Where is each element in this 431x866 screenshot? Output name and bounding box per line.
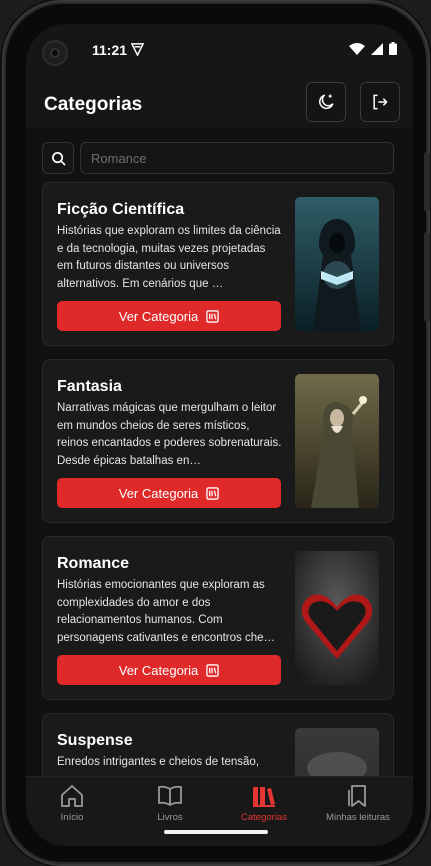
nav-label: Início [60,812,84,823]
nav-item-livros[interactable]: Livros [122,783,218,823]
home-indicator[interactable] [164,830,268,834]
category-description: Histórias emocionantes que exploram as c… [57,579,275,644]
category-title: Fantasia [57,378,122,395]
library-icon [206,486,219,500]
view-category-button[interactable]: Ver Categoria [57,655,281,685]
category-card: Romance Histórias emocionantes que explo… [42,536,394,700]
view-category-button[interactable]: Ver Categoria [57,478,281,508]
nav-item-categorias[interactable]: Categorias [216,783,312,823]
library-icon [253,787,275,807]
status-time: 11:21 [92,42,128,58]
search-button[interactable] [42,142,74,174]
app-header: Categorias [26,80,413,132]
front-camera [42,40,68,66]
view-category-label: Ver Categoria [118,308,199,324]
category-cover-image [295,197,379,331]
nav-label: Minhas leituras [326,812,390,823]
category-title: Romance [57,555,130,572]
vpn-shield-icon [131,43,144,56]
power-button [424,232,430,322]
screen: 11:21 Categorias Romance Ficção Científi… [26,24,413,846]
logout-icon [373,94,388,110]
nav-item-inicio[interactable]: Início [26,783,120,823]
category-description: Enredos intrigantes e cheios de tensão, [57,756,260,768]
category-title: Ficção Científica [57,201,185,218]
category-description: Histórias que exploram os limites da ciê… [57,225,281,290]
library-icon [206,309,219,323]
battery-icon [389,42,397,55]
library-icon [206,663,219,677]
system-icons [349,42,397,55]
category-cover-image [295,551,379,685]
page-title: Categorias [44,94,143,115]
category-description: Narrativas mágicas que mergulham o leito… [57,402,282,467]
logout-button[interactable] [360,82,400,122]
nav-label: Categorias [241,812,287,823]
book-open-icon [158,785,182,806]
category-card: Suspense Enredos intrigantes e cheios de… [42,713,394,776]
theme-toggle-button[interactable] [306,82,346,122]
moon-icon [319,94,334,110]
category-cover-image [295,374,379,508]
view-category-label: Ver Categoria [118,662,199,678]
category-title: Suspense [57,732,133,749]
home-icon [61,785,83,807]
search-icon [51,151,66,166]
bookmarks-icon [348,785,366,807]
category-list-area[interactable]: Ficção Científica Histórias que exploram… [26,128,413,776]
bottom-navigation: Início Livros Categorias Minhas leituras [26,776,413,846]
wifi-icon [349,42,365,55]
volume-button [424,152,430,212]
view-category-label: Ver Categoria [118,485,199,501]
category-card: Fantasia Narrativas mágicas que mergulha… [42,359,394,523]
nav-label: Livros [157,812,183,823]
view-category-button[interactable]: Ver Categoria [57,301,281,331]
signal-icon [371,42,383,55]
phone-frame: 11:21 Categorias Romance Ficção Científi… [4,2,430,864]
category-cover-image [295,728,379,776]
category-card: Ficção Científica Histórias que exploram… [42,182,394,346]
nav-item-minhas-leituras[interactable]: Minhas leituras [310,783,406,823]
search-input[interactable] [80,142,394,174]
status-bar: 11:21 [26,24,413,76]
